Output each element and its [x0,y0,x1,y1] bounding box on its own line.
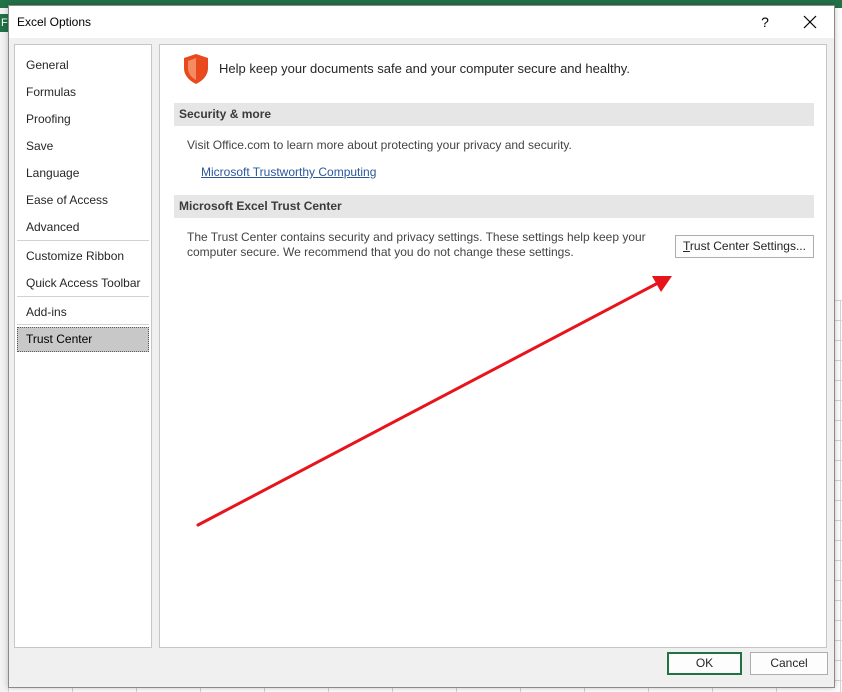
sidebar-item-formulas[interactable]: Formulas [17,80,149,105]
sidebar-item-add-ins[interactable]: Add-ins [17,300,149,325]
trust-center-settings-button[interactable]: Trust Center Settings... [675,235,814,258]
dialog-title: Excel Options [17,15,92,29]
trustworthy-computing-link[interactable]: Microsoft Trustworthy Computing [201,165,376,179]
security-description: Visit Office.com to learn more about pro… [187,138,572,152]
trust-center-description-line1: The Trust Center contains security and p… [187,230,646,244]
trust-header-text: Help keep your documents safe and your c… [219,61,630,76]
trust-center-settings-label: rust Center Settings... [689,239,806,253]
sidebar-item-customize-ribbon[interactable]: Customize Ribbon [17,244,149,269]
ok-button[interactable]: OK [667,652,742,675]
options-content-panel: Help keep your documents safe and your c… [159,44,827,648]
excel-options-dialog: Excel Options ? General Formulas Proofin… [8,5,835,688]
cancel-button[interactable]: Cancel [750,652,828,675]
sidebar-item-quick-access-toolbar[interactable]: Quick Access Toolbar [17,271,149,296]
trust-center-description-line2: computer secure. We recommend that you d… [187,245,574,259]
security-more-heading: Security & more [174,103,814,126]
sidebar-item-save[interactable]: Save [17,134,149,159]
sidebar-item-advanced[interactable]: Advanced [17,215,149,240]
sidebar-divider [17,324,149,325]
close-button[interactable] [795,10,825,34]
trust-center-heading: Microsoft Excel Trust Center [174,195,814,218]
options-sidebar: General Formulas Proofing Save Language … [14,44,152,648]
sidebar-divider [17,240,149,241]
close-icon [803,15,817,29]
sidebar-item-ease-of-access[interactable]: Ease of Access [17,188,149,213]
sidebar-item-proofing[interactable]: Proofing [17,107,149,132]
sidebar-divider [17,296,149,297]
shield-icon [184,54,208,84]
excel-window-letter: F [0,14,8,32]
dialog-titlebar: Excel Options ? [9,6,834,38]
sidebar-item-general[interactable]: General [17,53,149,78]
trust-center-description: The Trust Center contains security and p… [187,230,657,260]
help-button[interactable]: ? [753,10,777,34]
sidebar-item-trust-center[interactable]: Trust Center [17,327,149,352]
sidebar-item-language[interactable]: Language [17,161,149,186]
excel-row-header-strip [0,8,8,692]
trust-center-settings-accel: T [683,239,690,253]
